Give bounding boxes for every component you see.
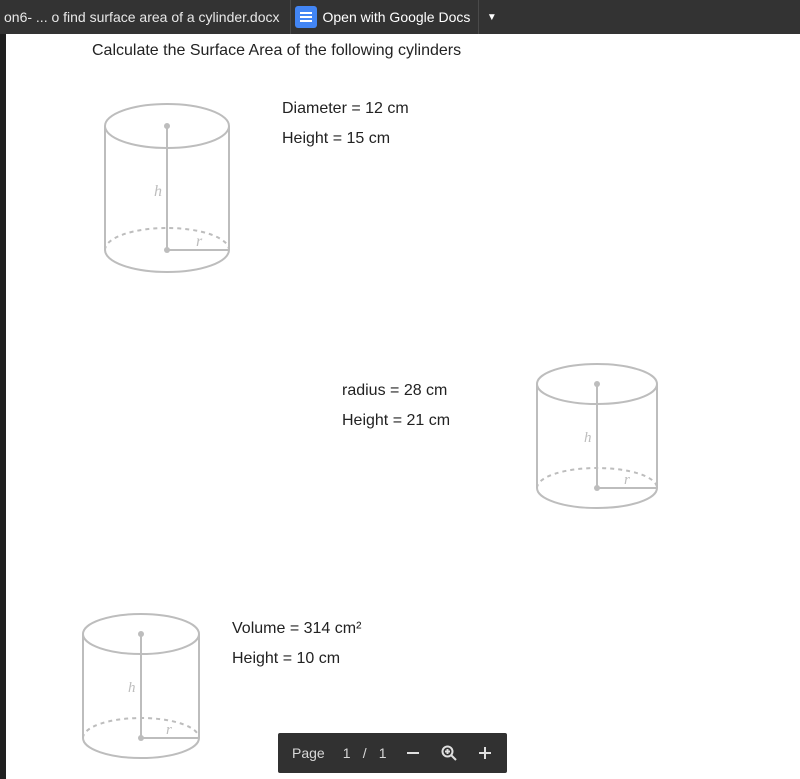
left-gutter [0, 34, 6, 779]
p1-line2: Height = 15 cm [282, 130, 390, 148]
minus-icon [406, 746, 420, 760]
page-current[interactable]: 1 [335, 745, 359, 761]
magnifier-icon [440, 744, 458, 762]
page-total: 1 [371, 745, 395, 761]
open-with-label: Open with Google Docs [323, 9, 471, 25]
open-with-caret[interactable]: ▼ [478, 0, 504, 34]
page-toolbar: Page 1 / 1 [278, 733, 507, 773]
p3-line1: Volume = 314 cm² [232, 620, 361, 638]
svg-text:h: h [154, 183, 162, 200]
document-page: Calculate the Surface Area of the follow… [0, 34, 800, 770]
filename-label: on6- ... o find surface area of a cylind… [0, 9, 290, 25]
svg-text:h: h [128, 680, 136, 696]
zoom-reset-button[interactable] [431, 733, 467, 773]
open-with-button[interactable]: Open with Google Docs [290, 0, 479, 34]
cylinder-figure-2: h r [522, 360, 672, 520]
cylinder-figure-1: h r [92, 100, 242, 280]
page-slash: / [359, 745, 371, 761]
p2-line2: Height = 21 cm [342, 412, 450, 430]
zoom-out-button[interactable] [395, 733, 431, 773]
problem-2: h r radius = 28 cm Height = 21 cm [92, 360, 780, 610]
open-with-group: Open with Google Docs ▼ [290, 0, 505, 34]
svg-text:r: r [166, 722, 172, 738]
preview-topbar: on6- ... o find surface area of a cylind… [0, 0, 800, 34]
page-heading: Calculate the Surface Area of the follow… [92, 42, 780, 60]
plus-icon [478, 746, 492, 760]
svg-text:r: r [624, 472, 630, 488]
svg-text:h: h [584, 430, 592, 446]
svg-text:r: r [196, 233, 203, 250]
p2-line1: radius = 28 cm [342, 382, 447, 400]
p3-line2: Height = 10 cm [232, 650, 340, 668]
p1-line1: Diameter = 12 cm [282, 100, 409, 118]
page-label: Page [282, 745, 335, 761]
zoom-in-button[interactable] [467, 733, 503, 773]
problem-1: h r Diameter = 12 cm Height = 15 cm [92, 100, 780, 360]
google-docs-icon [295, 6, 317, 28]
cylinder-figure-3: h r [66, 610, 216, 770]
